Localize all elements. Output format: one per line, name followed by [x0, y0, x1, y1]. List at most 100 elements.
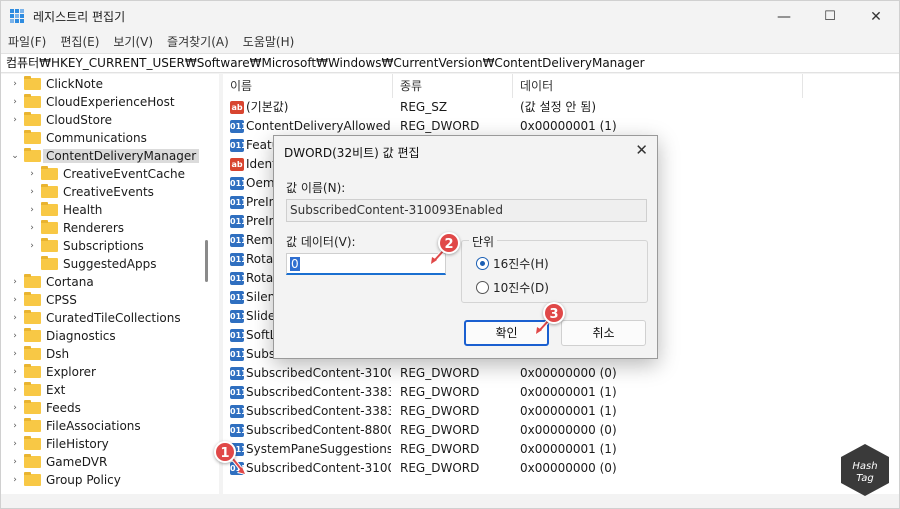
binary-value-icon: 011 [230, 177, 247, 190]
tree-item-label: SuggestedApps [63, 257, 157, 271]
expand-chevron-icon[interactable]: › [27, 165, 37, 183]
value-type: REG_SZ [400, 100, 448, 114]
menu-file[interactable]: 파일(F) [1, 32, 53, 52]
value-name: SubscribedContent-3100... [246, 366, 391, 380]
menu-help[interactable]: 도움말(H) [236, 32, 302, 52]
callout-2: 2 [438, 232, 460, 254]
expand-chevron-icon[interactable]: › [10, 111, 20, 129]
list-row[interactable]: ab (기본값) REG_SZ (값 설정 안 됨) [223, 98, 899, 117]
tree-item[interactable]: › GameDVR [10, 453, 107, 471]
folder-icon [24, 94, 41, 108]
value-data-input[interactable]: 0 [286, 253, 446, 275]
expand-chevron-icon[interactable]: › [10, 435, 20, 453]
tree-item[interactable]: › CreativeEvents [27, 183, 154, 201]
tree-item[interactable]: › Health [27, 201, 102, 219]
tree-item-label: ClickNote [46, 77, 103, 91]
expand-chevron-icon[interactable]: › [10, 453, 20, 471]
tree-item[interactable]: › FileAssociations [10, 417, 141, 435]
folder-icon [24, 382, 41, 396]
binary-value-icon: 011 [230, 405, 247, 418]
expand-chevron-icon[interactable] [27, 255, 37, 273]
minimize-button[interactable]: — [761, 1, 807, 32]
list-row[interactable]: 011 SubscribedContent-8800... REG_DWORD 0x0… [223, 421, 899, 440]
value-data: 0x00000000 (0) [520, 423, 617, 437]
expand-chevron-icon[interactable]: › [10, 471, 20, 489]
tree-item[interactable]: › Renderers [27, 219, 124, 237]
list-row[interactable]: 011SystemPaneSuggestionsE...REG_DWORD0x0… [223, 440, 899, 459]
folder-icon [24, 454, 41, 468]
binary-value-icon: 011 [230, 310, 247, 323]
column-header-name[interactable]: 이름 [223, 74, 393, 98]
menu-favorites[interactable]: 즐겨찾기(A) [160, 32, 236, 52]
tree-item[interactable]: › Dsh [10, 345, 69, 363]
expand-chevron-icon[interactable]: › [10, 75, 20, 93]
folder-icon [24, 274, 41, 288]
folder-icon [41, 166, 58, 180]
tree-item[interactable]: › ClickNote [10, 75, 103, 93]
expand-chevron-icon[interactable] [10, 129, 20, 147]
column-header-type[interactable]: 종류 [393, 74, 513, 98]
list-row[interactable]: 011 SubscribedContent-3383... REG_DWORD 0x0… [223, 383, 899, 402]
expand-chevron-icon[interactable]: › [10, 345, 20, 363]
expand-chevron-icon[interactable]: › [10, 363, 20, 381]
list-row[interactable]: 011 SubscribedContent-3100... REG_DWORD 0x0… [223, 364, 899, 383]
close-button[interactable]: ✕ [853, 1, 899, 32]
expand-chevron-icon[interactable]: › [10, 291, 20, 309]
base-group-label: 단위 [469, 233, 498, 250]
menu-edit[interactable]: 편집(E) [53, 32, 106, 52]
tree-item[interactable]: › CloudExperienceHost [10, 93, 175, 111]
dialog-title: DWORD(32비트) 값 편집 [284, 146, 420, 160]
maximize-button[interactable]: ☐ [807, 1, 853, 32]
tree-item[interactable]: Communications [10, 129, 147, 147]
tree-item-label: Ext [46, 383, 66, 397]
expand-chevron-icon[interactable]: › [10, 309, 20, 327]
list-row[interactable]: 011 ContentDeliveryAllowed REG_DWORD 0x0000… [223, 117, 899, 136]
expand-chevron-icon[interactable]: › [27, 183, 37, 201]
expand-chevron-icon[interactable]: › [10, 273, 20, 291]
hex-radio[interactable]: 16진수(H) [476, 255, 549, 272]
expand-chevron-icon[interactable]: › [27, 237, 37, 255]
tree-item[interactable]: › CuratedTileCollections [10, 309, 181, 327]
expand-chevron-icon[interactable]: › [10, 381, 20, 399]
expand-chevron-icon[interactable]: › [27, 219, 37, 237]
value-data: 0x00000001 (1) [520, 404, 617, 418]
tree-item[interactable]: ⌄ ContentDeliveryManager [10, 147, 200, 165]
tree-item[interactable]: › Cortana [10, 273, 94, 291]
address-bar[interactable]: 컴퓨터₩HKEY_CURRENT_USER₩Software₩Microsoft… [1, 53, 899, 73]
collapse-chevron-icon[interactable]: ⌄ [10, 147, 20, 165]
value-data: 0x00000000 (0) [520, 461, 617, 475]
tree-item[interactable]: › Feeds [10, 399, 81, 417]
value-type: REG_DWORD [400, 385, 480, 399]
tree-item[interactable]: SuggestedApps [27, 255, 157, 273]
dialog-close-button[interactable]: ✕ [635, 141, 648, 159]
registry-editor-icon [10, 9, 26, 25]
tree-item[interactable]: › Subscriptions [27, 237, 144, 255]
list-row[interactable]: 011 SubscribedContent-3383... REG_DWORD 0x0… [223, 402, 899, 421]
decimal-radio[interactable]: 10진수(D) [476, 279, 549, 296]
tree-item[interactable]: › FileHistory [10, 435, 109, 453]
tree-item[interactable]: › CloudStore [10, 111, 112, 129]
tree-scrollbar[interactable] [205, 240, 208, 282]
value-data: 0x00000001 (1) [520, 119, 617, 133]
binary-value-icon: 011 [230, 234, 247, 247]
folder-icon [24, 130, 41, 144]
value-type: REG_DWORD [400, 423, 480, 437]
tree-item[interactable]: › Ext [10, 381, 65, 399]
expand-chevron-icon[interactable]: › [10, 93, 20, 111]
expand-chevron-icon[interactable]: › [27, 201, 37, 219]
tree-item[interactable]: › Diagnostics [10, 327, 116, 345]
tree-item[interactable]: › CreativeEventCache [27, 165, 185, 183]
list-row[interactable]: 011 SubscribedContent-3100... REG_DWORD 0x0… [223, 459, 899, 478]
menu-view[interactable]: 보기(V) [106, 32, 160, 52]
expand-chevron-icon[interactable]: › [10, 399, 20, 417]
tree-item[interactable]: › Group Policy [10, 471, 121, 489]
value-name: ContentDeliveryAllowed [246, 119, 391, 133]
expand-chevron-icon[interactable]: › [10, 417, 20, 435]
expand-chevron-icon[interactable]: › [10, 327, 20, 345]
tree-item-label: Communications [46, 131, 147, 145]
column-header-data[interactable]: 데이터 [513, 74, 803, 98]
tree-item[interactable]: › CPSS [10, 291, 77, 309]
cancel-button[interactable]: 취소 [561, 320, 646, 346]
tree-item[interactable]: › Explorer [10, 363, 96, 381]
ok-button[interactable]: 확인 [464, 320, 549, 346]
